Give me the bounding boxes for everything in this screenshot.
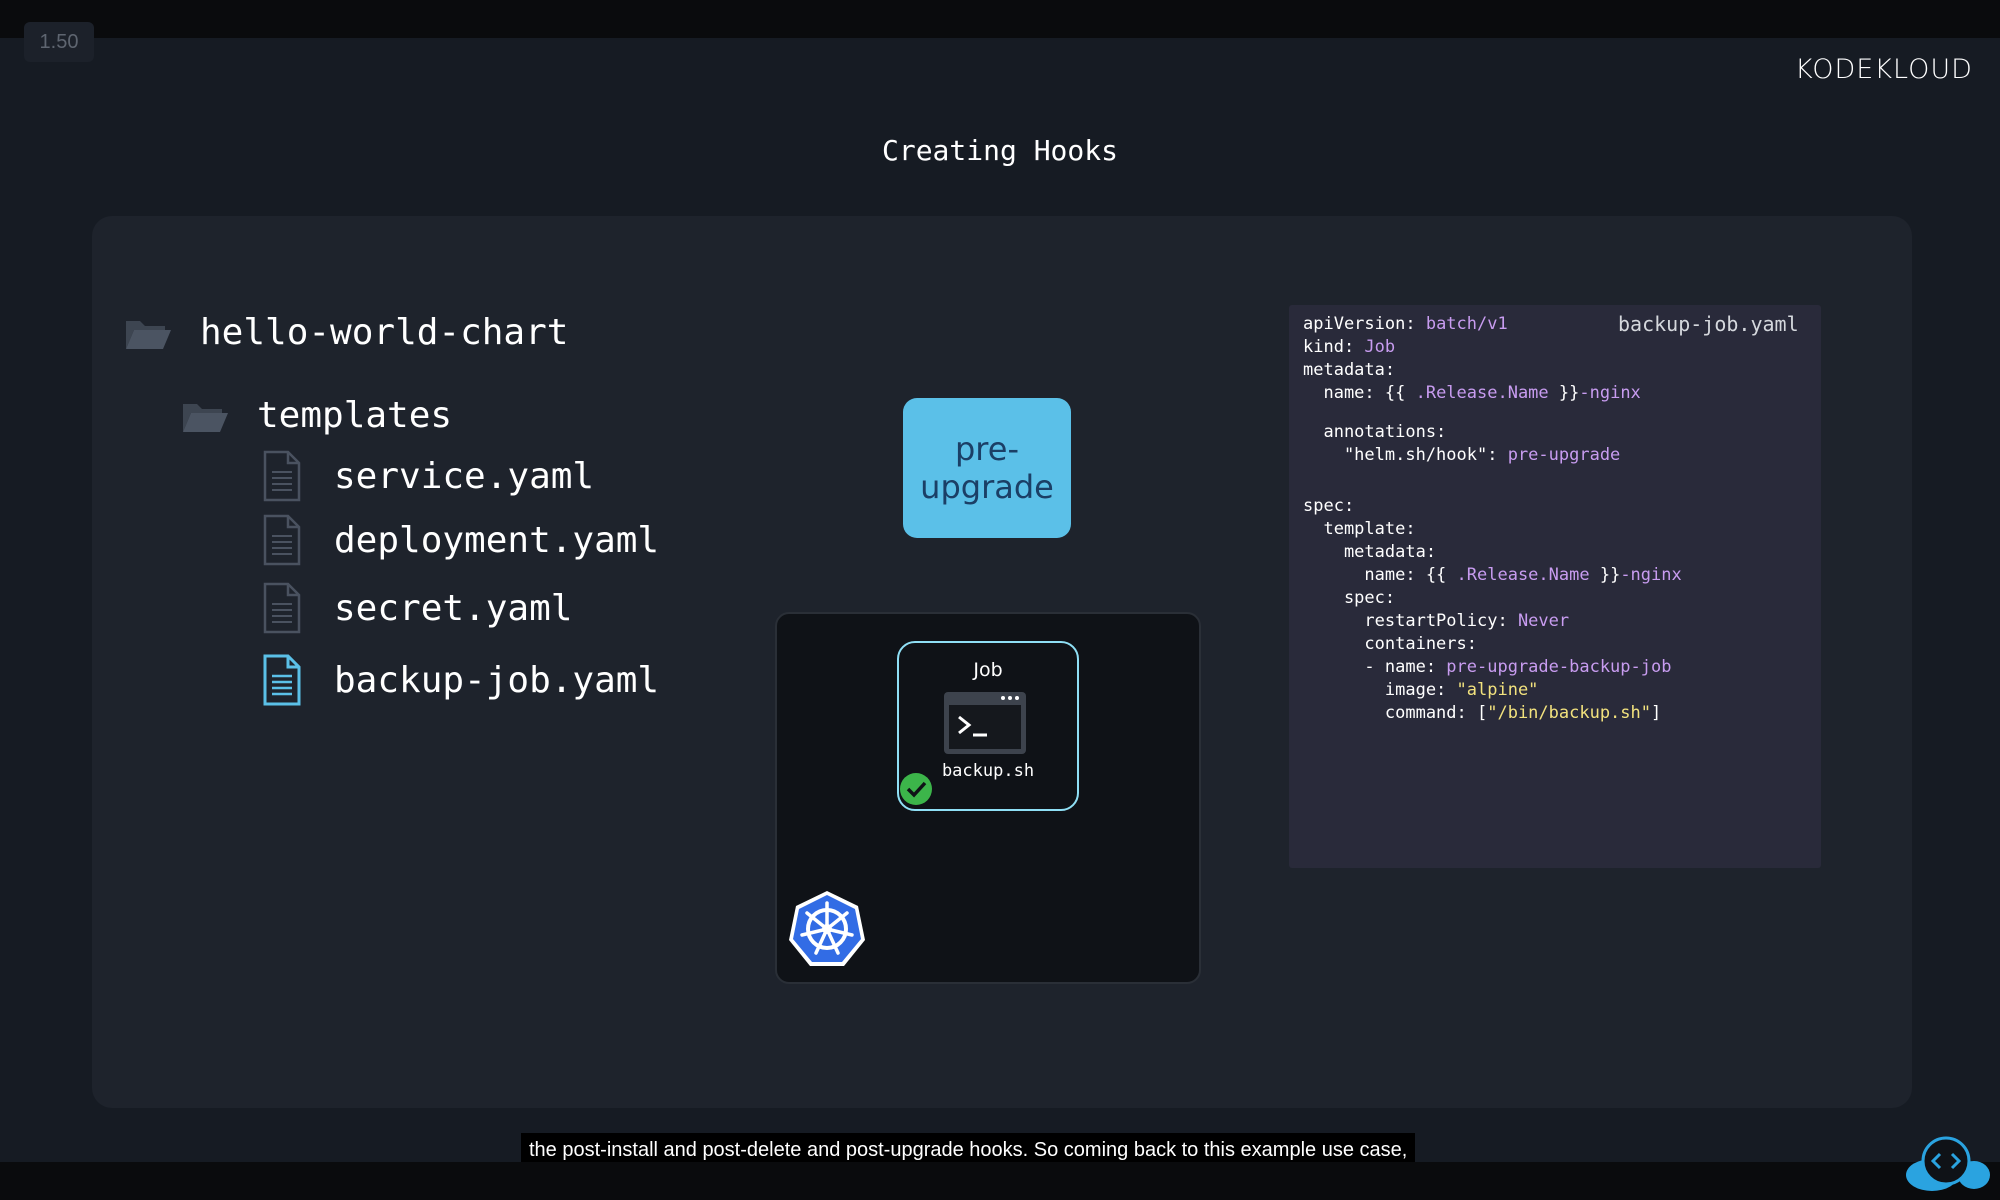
file-row-highlighted[interactable]: backup-job.yaml xyxy=(262,654,659,706)
code-token: "helm.sh/hook": xyxy=(1303,445,1508,465)
file-row[interactable]: service.yaml xyxy=(262,450,594,502)
code-line: "helm.sh/hook": pre-upgrade xyxy=(1303,444,1620,466)
templates-folder-name: templates xyxy=(257,395,453,436)
code-token: image: xyxy=(1303,680,1457,700)
job-label: Job xyxy=(973,659,1003,681)
code-line: template: xyxy=(1303,518,1416,540)
folder-icon xyxy=(124,313,172,353)
code-token: name: {{ xyxy=(1303,565,1457,585)
code-token: -nginx xyxy=(1620,565,1682,585)
code-line: apiVersion: batch/v1 xyxy=(1303,313,1508,335)
code-token: metadata: xyxy=(1303,542,1437,562)
folder-icon xyxy=(181,396,229,436)
code-token: template: xyxy=(1303,519,1416,539)
code-token: Job xyxy=(1364,337,1396,357)
code-token: }} xyxy=(1548,383,1580,403)
code-token: .Release.Name xyxy=(1415,383,1549,403)
code-line: metadata: xyxy=(1303,359,1395,381)
tree-templates-row: templates xyxy=(181,395,452,436)
pre-upgrade-hook-badge: pre- upgrade xyxy=(903,398,1071,538)
code-line: - name: pre-upgrade-backup-job xyxy=(1303,656,1671,678)
code-token: name: {{ xyxy=(1303,383,1416,403)
code-token: annotations: xyxy=(1303,422,1447,442)
code-line: image: "alpine" xyxy=(1303,679,1539,701)
file-name: service.yaml xyxy=(334,455,595,497)
top-letterbox xyxy=(0,0,2000,38)
document-icon xyxy=(262,450,302,502)
code-token: batch/v1 xyxy=(1425,314,1508,334)
code-token: - name: xyxy=(1303,657,1447,677)
code-token: spec: xyxy=(1303,496,1355,516)
check-circle-icon xyxy=(898,771,934,811)
code-token: }} xyxy=(1589,565,1621,585)
code-line: kind: Job xyxy=(1303,336,1395,358)
code-token: spec: xyxy=(1303,588,1396,608)
code-token: apiVersion: xyxy=(1303,314,1426,334)
slide-title: Creating Hooks xyxy=(881,134,1118,167)
document-icon xyxy=(262,654,302,706)
document-icon xyxy=(262,514,302,566)
file-row[interactable]: secret.yaml xyxy=(262,582,572,634)
code-line: metadata: xyxy=(1303,541,1436,563)
code-token: restartPolicy: xyxy=(1303,611,1518,631)
code-line: annotations: xyxy=(1303,421,1446,443)
code-token: command: [ xyxy=(1303,703,1488,723)
code-token: pre-upgrade xyxy=(1507,445,1621,465)
file-name: deployment.yaml xyxy=(334,519,660,561)
code-line: name: {{ .Release.Name }}-nginx xyxy=(1303,382,1641,404)
code-line: spec: xyxy=(1303,495,1354,517)
code-line: spec: xyxy=(1303,587,1395,609)
code-line: restartPolicy: Never xyxy=(1303,610,1569,632)
document-icon xyxy=(262,582,302,634)
code-filename: backup-job.yaml xyxy=(1618,312,1799,336)
playback-speed-badge[interactable]: 1.50 xyxy=(24,22,94,62)
chart-folder-name: hello-world-chart xyxy=(200,312,569,353)
code-token: pre-upgrade-backup-job xyxy=(1446,657,1672,677)
code-token: Never xyxy=(1517,611,1570,631)
code-token: -nginx xyxy=(1579,383,1641,403)
cloud-code-icon[interactable] xyxy=(1902,1133,1992,1197)
file-name: backup-job.yaml xyxy=(334,659,660,701)
file-row[interactable]: deployment.yaml xyxy=(262,514,659,566)
code-token: kind: xyxy=(1303,337,1365,357)
code-token: .Release.Name xyxy=(1456,565,1590,585)
code-token: ] xyxy=(1651,703,1662,723)
code-token: containers: xyxy=(1303,634,1477,654)
code-line: containers: xyxy=(1303,633,1477,655)
code-token: "alpine" xyxy=(1456,680,1539,700)
code-token: metadata: xyxy=(1303,360,1396,380)
code-token: "/bin/backup.sh" xyxy=(1487,703,1651,723)
tree-root-row: hello-world-chart xyxy=(124,312,568,353)
kubernetes-icon xyxy=(786,888,868,974)
bottom-letterbox xyxy=(0,1162,2000,1200)
terminal-icon xyxy=(943,691,1027,759)
kodekloud-logo: KODEKLOUD xyxy=(1795,54,1973,85)
code-line: name: {{ .Release.Name }}-nginx xyxy=(1303,564,1682,586)
file-name: secret.yaml xyxy=(334,587,573,629)
code-line: command: ["/bin/backup.sh"] xyxy=(1303,702,1661,724)
